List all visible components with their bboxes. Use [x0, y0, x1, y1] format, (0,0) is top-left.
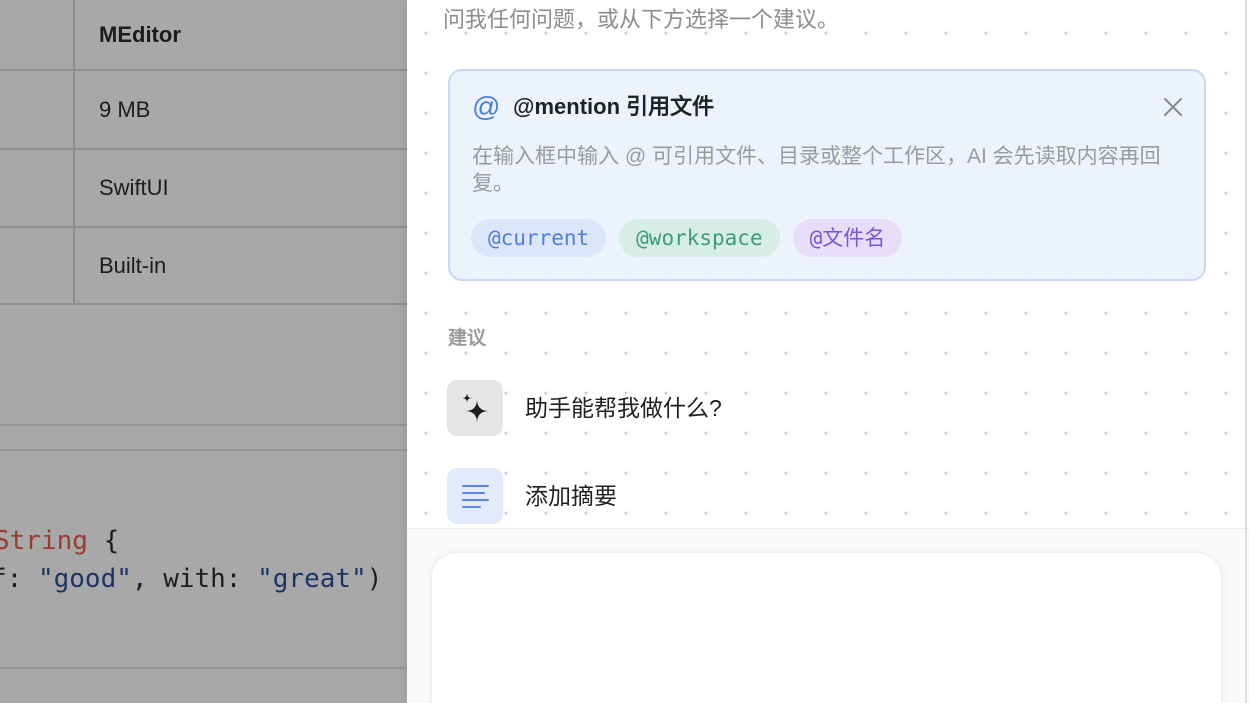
table-row: MEditor	[0, 0, 407, 71]
suggestion-what-can-assistant-do[interactable]: 助手能帮我做什么?	[447, 380, 1207, 436]
editor-divider	[0, 424, 407, 426]
mention-card-title: @mention 引用文件	[513, 94, 715, 119]
table-value-cell: 9 MB	[99, 96, 151, 122]
code-line: f: "good", with: "great")	[0, 560, 382, 598]
code-token: )	[366, 564, 383, 594]
code-token: {	[87, 526, 120, 556]
intro-text: 问我任何问题，或从下方选择一个建议。	[443, 7, 840, 32]
table-value-cell: SwiftUI	[99, 175, 169, 200]
text-lines-icon	[447, 468, 503, 524]
composer-area	[407, 529, 1249, 703]
code-token: "good"	[37, 564, 132, 594]
table-key-cell	[0, 71, 75, 148]
code-token: String	[0, 526, 88, 556]
chat-input[interactable]	[454, 571, 1199, 691]
suggestion-add-summary[interactable]: 添加摘要	[447, 468, 1207, 524]
editor-divider	[0, 449, 407, 451]
chat-input-box[interactable]	[431, 552, 1222, 703]
table-key-cell	[0, 228, 75, 303]
panel-right-border	[1245, 0, 1247, 703]
sparkles-icon	[447, 380, 503, 436]
code-token: , with:	[131, 564, 258, 594]
close-icon[interactable]	[1161, 95, 1185, 119]
suggestions-scroll-area[interactable]: 问我任何问题，或从下方选择一个建议。 @ @mention 引用文件 在输入框中…	[407, 0, 1249, 528]
table-value-cell: MEditor	[99, 21, 181, 47]
dim-overlay[interactable]: MEditor 9 MB SwiftUI Built-in String { f…	[0, 0, 407, 703]
assistant-panel: 问我任何问题，或从下方选择一个建议。 @ @mention 引用文件 在输入框中…	[407, 0, 1249, 703]
table-key-cell	[0, 0, 75, 69]
table-row: SwiftUI	[0, 150, 407, 228]
mention-chip-current[interactable]: @current	[471, 219, 607, 257]
code-token: f:	[0, 564, 23, 594]
table-row: 9 MB	[0, 71, 407, 150]
mention-chip-workspace[interactable]: @workspace	[619, 219, 780, 257]
table-value-cell: Built-in	[99, 252, 167, 278]
mention-card-description: 在输入框中输入 @ 可引用文件、目录或整个工作区，AI 会先读取内容再回复。	[472, 145, 1161, 195]
at-icon: @	[472, 91, 501, 122]
code-token: "great"	[257, 564, 367, 594]
mention-chip-filename[interactable]: @文件名	[792, 219, 903, 257]
mention-chips: @current @workspace @文件名	[471, 219, 903, 257]
suggestion-label: 助手能帮我做什么?	[525, 395, 722, 421]
suggestion-label: 添加摘要	[525, 483, 617, 509]
code-line: String {	[0, 522, 119, 560]
table-row: Built-in	[0, 228, 407, 305]
editor-divider	[0, 667, 407, 669]
mention-tip-card: @ @mention 引用文件 在输入框中输入 @ 可引用文件、目录或整个工作区…	[448, 69, 1206, 281]
table-key-cell	[0, 150, 75, 226]
suggestions-heading: 建议	[448, 328, 487, 349]
